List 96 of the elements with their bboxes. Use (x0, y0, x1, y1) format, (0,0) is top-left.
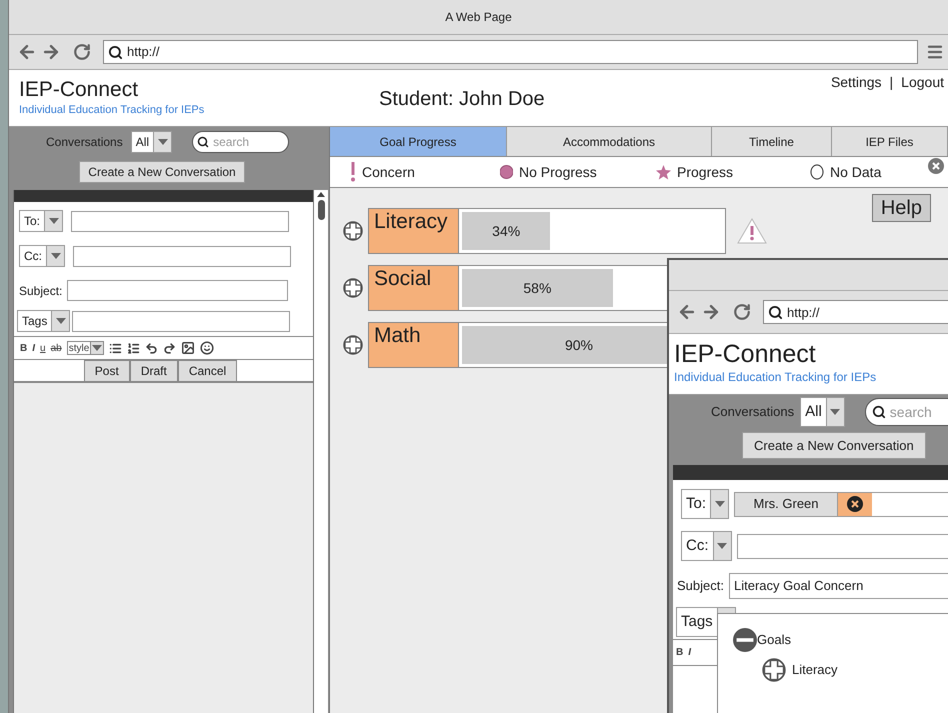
remove-icon[interactable] (847, 496, 864, 512)
tags-dropdown[interactable]: Tags (17, 310, 70, 332)
caret-icon (50, 253, 60, 259)
recipient-chip: Mrs. Green (735, 492, 838, 516)
reload-icon[interactable] (733, 303, 751, 322)
image-icon[interactable] (181, 341, 196, 355)
cc-field[interactable] (73, 246, 291, 266)
url-field[interactable]: http:// (103, 40, 918, 64)
tab[interactable]: Goal Progress (330, 127, 507, 156)
url-field[interactable]: http:// (763, 300, 948, 324)
tagline: Individual Education Tracking for IEPs (674, 369, 878, 386)
legend-label: No Progress (519, 162, 597, 182)
link-separator: | (890, 73, 894, 92)
tree-item[interactable]: Goals (757, 630, 791, 650)
caret-icon (92, 345, 102, 351)
header-link[interactable]: Settings (830, 72, 882, 93)
compose-action-button[interactable]: Post (84, 360, 130, 382)
tree-item[interactable]: Literacy (792, 660, 838, 680)
exclamation-icon (350, 162, 356, 182)
close-icon[interactable] (928, 158, 944, 174)
caret-icon (714, 501, 725, 507)
legend-label: Progress (677, 162, 734, 182)
numbered-list-icon[interactable] (127, 342, 140, 354)
cc-field[interactable] (736, 534, 948, 558)
goal-name: Social (369, 266, 459, 310)
underline-button[interactable]: u (40, 340, 46, 356)
create-conversation-button[interactable]: Create a New Conversation (742, 432, 926, 459)
scroll-thumb[interactable] (318, 200, 324, 220)
expand-icon[interactable] (343, 221, 363, 241)
menu-icon[interactable] (926, 43, 944, 61)
conversations-label: Conversations (46, 134, 123, 151)
search-icon (872, 405, 886, 419)
subject-field[interactable]: Literacy Goal Concern (728, 573, 948, 599)
expand-icon[interactable] (762, 658, 786, 682)
undo-icon[interactable] (145, 342, 158, 354)
app-logo-text: IEP-Connect (674, 340, 817, 368)
style-dropdown[interactable]: style (66, 341, 104, 355)
circle-icon (810, 164, 824, 180)
compose-action-button[interactable]: Draft (130, 360, 178, 382)
caret-icon (717, 543, 727, 549)
to-dropdown[interactable]: To: (19, 210, 64, 232)
progress-reading: 90% (564, 336, 594, 354)
search-icon (197, 136, 210, 148)
bullet-list-icon[interactable] (109, 342, 122, 354)
conversations-label: Conversations (711, 403, 794, 422)
bold-button[interactable]: B (20, 340, 28, 356)
legend-label: No Data (830, 162, 882, 182)
tags-field[interactable] (72, 310, 290, 332)
forward-icon[interactable] (41, 42, 61, 62)
star-icon (656, 164, 671, 180)
progress-reading: 34% (492, 222, 520, 240)
window-title: A Web Page (445, 9, 512, 26)
tab[interactable]: IEP Files (832, 127, 948, 156)
goal-name: Math (369, 323, 459, 367)
back-icon[interactable] (17, 42, 37, 62)
search-icon (108, 44, 123, 60)
goal-name: Literacy (369, 209, 459, 253)
expand-icon[interactable] (343, 335, 363, 355)
to-field[interactable] (71, 210, 290, 232)
expand-icon[interactable] (343, 278, 363, 298)
compose-action-button[interactable]: Cancel (178, 360, 238, 382)
caret-icon (48, 218, 59, 224)
italic-button[interactable]: I (32, 340, 36, 356)
subject-label: Subject: (677, 577, 724, 596)
reload-icon[interactable] (73, 43, 91, 61)
bold-button[interactable]: B (676, 645, 684, 660)
help-button[interactable]: Help (872, 194, 931, 222)
to-dropdown[interactable]: To: (681, 489, 730, 519)
tab[interactable]: Timeline (712, 127, 832, 156)
subject-field[interactable] (67, 280, 288, 301)
search-icon (768, 304, 783, 320)
cc-dropdown[interactable]: Cc: (681, 531, 732, 561)
caret-icon (158, 139, 168, 145)
smiley-icon[interactable] (200, 341, 214, 355)
header-link[interactable]: Logout (901, 72, 944, 93)
octagon-icon (500, 165, 513, 179)
create-conversation-button[interactable]: Create a New Conversation (79, 161, 245, 183)
filter-dropdown[interactable]: All (800, 397, 845, 427)
to-field[interactable]: Mrs. Green (734, 492, 948, 516)
tab[interactable]: Accommodations (507, 127, 712, 156)
legend-label: Concern (362, 162, 415, 182)
redo-icon[interactable] (163, 342, 176, 354)
caret-icon (830, 409, 840, 415)
filter-dropdown[interactable]: All (130, 131, 172, 153)
italic-button[interactable]: I (688, 645, 694, 660)
progress-reading: 58% (523, 278, 552, 298)
collapse-icon[interactable] (733, 628, 757, 652)
cc-dropdown[interactable]: Cc: (19, 245, 65, 267)
strikethrough-button[interactable]: ab (50, 340, 62, 356)
tagline: Individual Education Tracking for IEPs (19, 103, 206, 118)
app-logo-text: IEP-Connect (19, 78, 140, 102)
student-name: Student: John Doe (379, 87, 545, 112)
scrollbar[interactable] (314, 190, 328, 713)
scroll-up-icon[interactable] (317, 192, 325, 197)
subject-label: Subject: (19, 282, 62, 300)
caret-icon (56, 318, 66, 324)
